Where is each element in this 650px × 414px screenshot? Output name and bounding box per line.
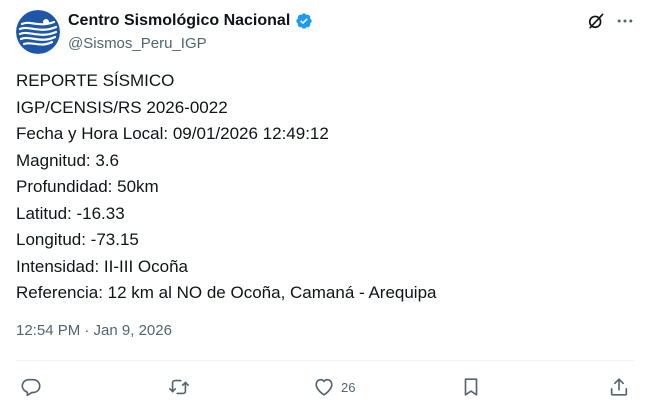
tweet-card: Centro Sismológico Nacional @Sismos_Peru…: [0, 0, 650, 414]
share-icon: [610, 378, 628, 396]
display-name[interactable]: Centro Sismológico Nacional: [68, 11, 290, 31]
reply-button[interactable]: [20, 374, 42, 400]
verified-badge-icon[interactable]: [295, 12, 313, 30]
report-reference: Referencia: 12 km al NO de Ocoña, Camaná…: [16, 283, 437, 302]
tweet-timestamp[interactable]: 12:54 PM · Jan 9, 2026: [16, 322, 172, 339]
report-latitude: Latitud: -16.33: [16, 203, 125, 223]
tweet-text: REPORTE SÍSMICO IGP/CENSIS/RS 2026-0022 …: [16, 68, 636, 307]
repost-button[interactable]: [168, 374, 190, 400]
report-intensity: Intensidad: II-III Ocoña: [16, 256, 188, 276]
author-info: Centro Sismológico Nacional @Sismos_Peru…: [68, 11, 313, 54]
bookmark-icon: [464, 378, 478, 396]
like-button[interactable]: 26: [313, 374, 355, 400]
author-handle[interactable]: @Sismos_Peru_IGP: [68, 34, 313, 54]
share-button[interactable]: [608, 374, 630, 400]
grok-icon: [588, 13, 604, 29]
more-icon: [617, 19, 633, 23]
grok-button[interactable]: [583, 8, 609, 34]
heart-icon: [315, 378, 333, 396]
reply-icon: [21, 378, 41, 397]
report-depth: Profundidad: 50km: [16, 177, 159, 196]
divider: [16, 360, 634, 361]
report-id: IGP/CENSIS/RS 2026-0022: [16, 97, 228, 117]
author-name-row[interactable]: Centro Sismológico Nacional: [68, 11, 313, 31]
bookmark-button[interactable]: [460, 374, 482, 400]
report-magnitude: Magnitud: 3.6: [16, 150, 120, 170]
like-count: 26: [341, 379, 356, 395]
report-longitude: Longitud: -73.15: [16, 230, 139, 249]
repost-icon: [169, 379, 189, 395]
report-title: REPORTE SÍSMICO: [16, 71, 175, 90]
igp-logo-icon: [16, 10, 60, 54]
avatar[interactable]: [16, 10, 60, 54]
report-datetime: Fecha y Hora Local: 09/01/2026 12:49:12: [16, 124, 329, 143]
more-options-button[interactable]: [612, 8, 638, 34]
